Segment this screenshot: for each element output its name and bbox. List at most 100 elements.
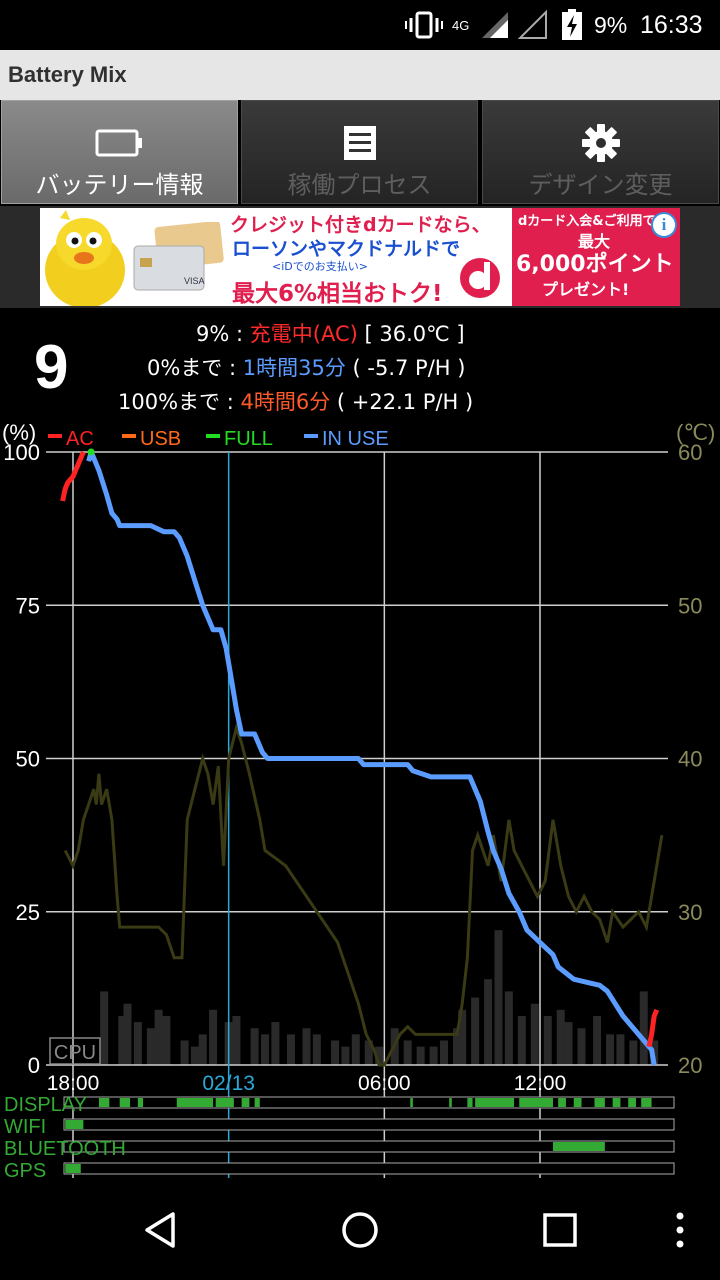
y-unit-left: (%) bbox=[2, 420, 36, 445]
home-icon[interactable] bbox=[325, 1200, 395, 1260]
ad-line-2: ローソンやマクドナルドで bbox=[232, 238, 461, 260]
legend-swatch bbox=[48, 434, 62, 438]
usage-segment bbox=[628, 1098, 636, 1107]
cpu-bar bbox=[639, 991, 648, 1065]
usage-segment bbox=[558, 1098, 566, 1107]
cpu-bar bbox=[286, 1034, 295, 1065]
usage-segment bbox=[215, 1098, 234, 1107]
discharge-rate: ( -5.7 P/H ) bbox=[345, 356, 466, 380]
separator: : bbox=[229, 322, 250, 346]
temperature: [ 36.0℃ ] bbox=[357, 322, 465, 346]
ad-banner[interactable]: VISA クレジット付きdカードなら、 ローソンやマクドナルドで <iDでのお支… bbox=[40, 208, 680, 306]
x-tick-label: 02/13 bbox=[202, 1072, 255, 1095]
empty-label: 0%まで bbox=[147, 356, 223, 380]
cpu-bar bbox=[564, 1022, 573, 1065]
usage-segment bbox=[519, 1098, 553, 1107]
legend-label: IN USE bbox=[322, 428, 389, 450]
cpu-bar bbox=[416, 1046, 425, 1065]
usage-segment bbox=[241, 1098, 250, 1107]
cpu-bar bbox=[471, 997, 480, 1065]
recents-icon[interactable] bbox=[525, 1200, 595, 1260]
usage-segment bbox=[449, 1098, 452, 1107]
ad-line-4: 最大6%相当おトク! bbox=[232, 281, 443, 306]
cpu-bar bbox=[271, 1022, 280, 1065]
cpu-bar bbox=[440, 1040, 449, 1065]
clock: 16:33 bbox=[640, 10, 703, 39]
signal-icon bbox=[480, 0, 510, 50]
cpu-bar bbox=[543, 1015, 552, 1065]
cpu-bar bbox=[198, 1034, 207, 1065]
usage-segment bbox=[98, 1098, 110, 1107]
battery-level: 9 bbox=[34, 333, 69, 402]
cpu-bar bbox=[351, 1034, 360, 1065]
usage-segment bbox=[410, 1098, 413, 1107]
cpu-bar bbox=[100, 991, 109, 1065]
usage-segment bbox=[65, 1164, 81, 1173]
tab-design[interactable]: デザイン変更 bbox=[482, 100, 719, 204]
time-to-empty: 1時間35分 bbox=[242, 356, 346, 380]
cpu-bar bbox=[180, 1040, 189, 1065]
cpu-bar bbox=[484, 979, 493, 1065]
cpu-bar bbox=[190, 1046, 199, 1065]
y-tick-left: 50 bbox=[16, 747, 40, 772]
usage-segment bbox=[573, 1098, 582, 1107]
cpu-bar bbox=[146, 1028, 155, 1065]
cpu-bar bbox=[606, 1034, 615, 1065]
cpu-bar bbox=[162, 1015, 171, 1065]
cpu-bar bbox=[123, 1003, 132, 1065]
usage-segment bbox=[137, 1098, 144, 1107]
y-tick-left: 0 bbox=[28, 1053, 40, 1078]
time-to-full-line: 100%まで : 4時間6分 ( +22.1 P/H ) bbox=[118, 386, 473, 416]
cpu-bar bbox=[341, 1046, 350, 1065]
ad-right-line-3: 6,000ポイント bbox=[516, 252, 674, 277]
cpu-bar bbox=[629, 1040, 638, 1065]
cpu-bar bbox=[593, 1015, 602, 1065]
menu-icon[interactable] bbox=[645, 1200, 715, 1260]
ad-band: VISA クレジット付きdカードなら、 ローソンやマクドナルドで <iDでのお支… bbox=[0, 206, 720, 308]
cpu-bar bbox=[302, 1028, 311, 1065]
tab-label: バッテリー情報 bbox=[35, 171, 204, 199]
legend-swatch bbox=[206, 434, 220, 438]
legend-label: USB bbox=[140, 428, 181, 450]
battery-icon bbox=[2, 123, 237, 163]
action-bar: Battery Mix bbox=[0, 50, 720, 100]
legend-label: FULL bbox=[224, 428, 273, 450]
battery-history-chart: 10075502506050403020(%) (℃)AC USB FULL IN US… bbox=[2, 420, 715, 1180]
ad-right-line-4: プレゼント! bbox=[542, 280, 630, 299]
usage-track bbox=[63, 1162, 675, 1175]
cpu-bar bbox=[556, 1009, 565, 1065]
list-icon bbox=[242, 123, 477, 163]
cpu-bar bbox=[577, 1028, 586, 1065]
cpu-bar bbox=[517, 1015, 526, 1065]
network-type: 4G bbox=[452, 0, 469, 50]
y-tick-right: 50 bbox=[678, 593, 702, 618]
mascot-image bbox=[40, 208, 130, 306]
full-label: 100%まで bbox=[118, 390, 221, 414]
cpu-bar bbox=[154, 1009, 163, 1065]
signal-icon-2 bbox=[518, 0, 548, 50]
app-title: Battery Mix bbox=[8, 62, 127, 87]
back-icon[interactable] bbox=[126, 1200, 196, 1260]
status-line: 9% : 充電中(AC) [ 36.0℃ ] bbox=[196, 318, 465, 348]
ad-line-1: クレジット付きdカードなら、 bbox=[230, 214, 491, 236]
usage-segment bbox=[552, 1142, 605, 1151]
card-brand-text: VISA bbox=[184, 276, 205, 286]
cpu-bar bbox=[403, 1040, 412, 1065]
legend-label: AC bbox=[66, 428, 94, 450]
vibrate-icon bbox=[405, 0, 443, 50]
credit-card-image: VISA bbox=[133, 222, 224, 291]
battery-summary: 9 9% : 充電中(AC) [ 36.0℃ ] 0%まで : 1時間35分 (… bbox=[0, 310, 720, 420]
cpu-label: CPU bbox=[54, 1042, 96, 1064]
tab-bar: バッテリー情報 稼働プロセス デザイン変更 bbox=[0, 100, 720, 206]
ad-info-icon[interactable]: i bbox=[651, 212, 677, 238]
x-tick-label: 18:00 bbox=[47, 1072, 100, 1095]
time-to-empty-line: 0%まで : 1時間35分 ( -5.7 P/H ) bbox=[147, 352, 465, 382]
tab-battery-info[interactable]: バッテリー情報 bbox=[1, 100, 238, 204]
cpu-bar bbox=[504, 991, 513, 1065]
cpu-bar bbox=[530, 1003, 539, 1065]
tab-processes[interactable]: 稼働プロセス bbox=[241, 100, 478, 204]
gear-icon bbox=[483, 123, 718, 163]
cpu-bar bbox=[429, 1046, 438, 1065]
cpu-bar bbox=[331, 1040, 340, 1065]
usage-row-label: GPS bbox=[4, 1160, 46, 1180]
